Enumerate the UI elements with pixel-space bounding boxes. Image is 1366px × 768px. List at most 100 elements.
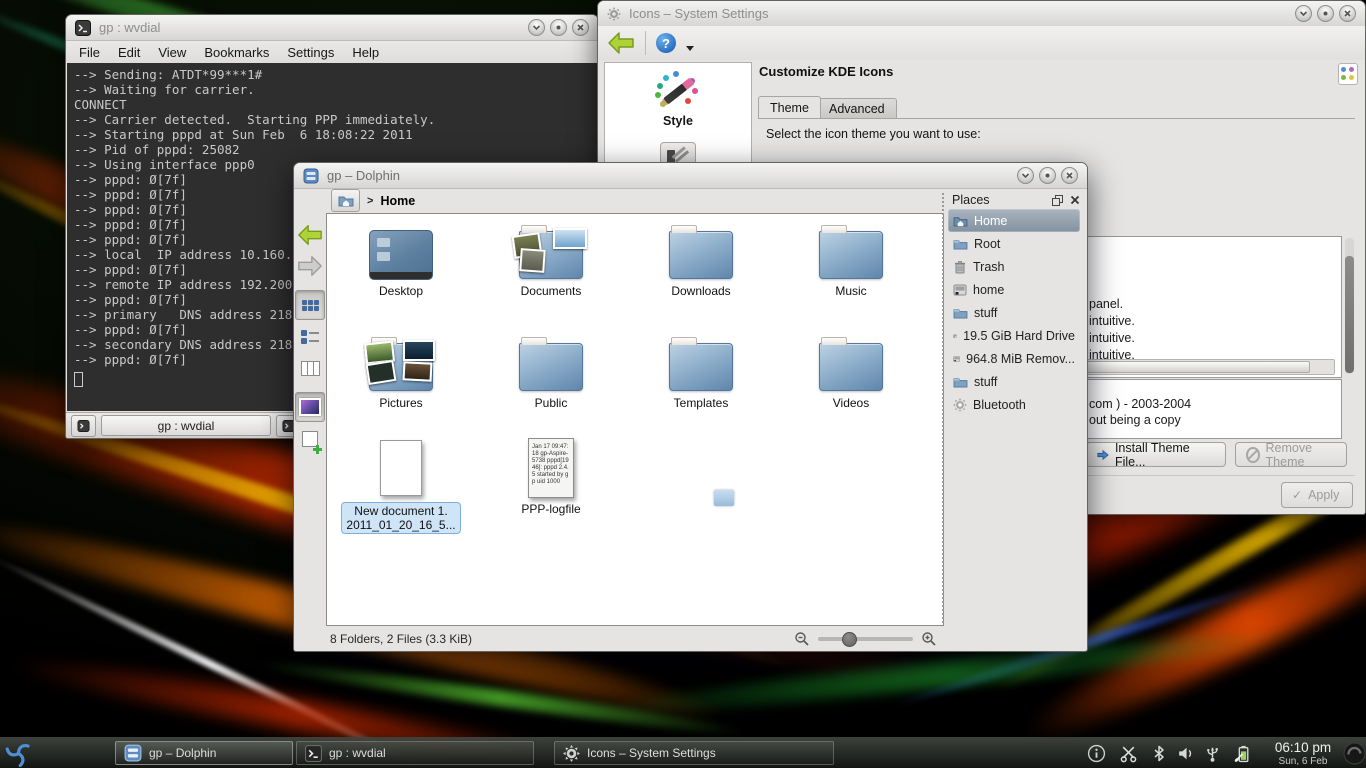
system-settings-titlebar[interactable]: Icons – System Settings — [598, 1, 1365, 27]
menu-view[interactable]: View — [158, 45, 186, 60]
places-panel: Places Home Root Trash home — [948, 191, 1080, 416]
vertical-scrollbar-thumb[interactable] — [1345, 256, 1354, 373]
place-item-hard-drive[interactable]: 19.5 GiB Hard Drive — [948, 324, 1080, 347]
place-item-trash[interactable]: Trash — [948, 255, 1080, 278]
preview-button[interactable] — [295, 392, 325, 422]
menu-bookmarks[interactable]: Bookmarks — [204, 45, 269, 60]
install-theme-button[interactable]: Install Theme File... — [1086, 442, 1226, 467]
folder-item-downloads[interactable]: Downloads — [636, 223, 766, 298]
close-panel-icon[interactable] — [1070, 195, 1080, 205]
volume-icon[interactable] — [1176, 744, 1195, 763]
place-item-home[interactable]: Home — [948, 209, 1080, 232]
file-item-ppp-logfile[interactable]: Jan 17 09:47:18 gp-Aspire-5738 pppd[1946… — [486, 438, 616, 516]
usb-device-icon[interactable] — [1203, 744, 1222, 763]
close-button[interactable] — [1061, 167, 1078, 184]
taskbar-task-system-settings[interactable]: Icons – System Settings — [554, 741, 834, 765]
place-item-stuff-2[interactable]: stuff — [948, 370, 1080, 393]
minimize-button[interactable] — [1017, 167, 1034, 184]
style-icon[interactable] — [655, 71, 701, 111]
breadcrumb-home[interactable]: Home — [380, 194, 415, 208]
zoom-out-icon[interactable] — [794, 631, 810, 647]
columns-view-icon — [301, 361, 320, 376]
details-view-button[interactable] — [296, 323, 324, 351]
forward-button[interactable] — [296, 252, 324, 280]
folder-item-videos[interactable]: Videos — [786, 335, 916, 410]
dolphin-titlebar[interactable]: gp – Dolphin — [294, 163, 1087, 189]
bluetooth-icon[interactable] — [1150, 744, 1168, 763]
icon-theme-select-label: Select the icon theme you want to use: — [766, 127, 981, 141]
folder-label: Pictures — [336, 396, 466, 410]
sidebar-item-style[interactable]: Style — [605, 114, 751, 128]
maximize-button[interactable] — [550, 19, 567, 36]
folder-icon — [519, 343, 583, 391]
plasma-cashew-icon[interactable] — [1342, 741, 1366, 766]
minimize-button[interactable] — [1295, 5, 1312, 22]
place-item-removable[interactable]: 964.8 MiB Remov... — [948, 347, 1080, 370]
folder-item-desktop[interactable]: Desktop — [336, 223, 466, 298]
detach-panel-icon[interactable] — [1052, 195, 1063, 206]
file-manager-icon — [303, 168, 319, 184]
klipper-scissors-icon[interactable] — [1119, 744, 1138, 763]
desktop-folder-icon — [369, 230, 433, 280]
menu-settings[interactable]: Settings — [287, 45, 334, 60]
menu-file[interactable]: File — [79, 45, 100, 60]
overview-icon[interactable] — [1338, 63, 1358, 85]
back-button[interactable] — [296, 221, 324, 249]
tab-advanced[interactable]: Advanced — [817, 98, 897, 118]
file-label: PPP-logfile — [486, 502, 616, 516]
hard-drive-icon — [953, 329, 957, 343]
place-item-root[interactable]: Root — [948, 232, 1080, 255]
menu-edit[interactable]: Edit — [118, 45, 140, 60]
breadcrumb-home-button[interactable] — [331, 189, 360, 212]
help-icon[interactable]: ? — [656, 33, 676, 53]
taskbar-task-dolphin[interactable]: gp – Dolphin — [115, 741, 293, 765]
folder-item-pictures[interactable]: Pictures — [336, 335, 466, 410]
apply-button[interactable]: ✓ Apply — [1281, 482, 1353, 508]
place-item-home-partition[interactable]: home — [948, 278, 1080, 301]
remove-theme-button[interactable]: Remove Theme — [1235, 442, 1347, 467]
icons-view-button[interactable] — [295, 290, 325, 320]
folder-item-documents[interactable]: Documents — [486, 223, 616, 298]
places-panel-title: Places — [952, 193, 990, 207]
taskbar-task-wvdial[interactable]: gp : wvdial — [296, 741, 534, 765]
file-item-new-document[interactable]: New document 1. 2011_01_20_16_5... — [336, 438, 466, 534]
konsole-titlebar[interactable]: gp : wvdial — [66, 15, 598, 41]
system-settings-toolbar: ? — [598, 26, 1365, 60]
checkmark-icon: ✓ — [1292, 488, 1302, 502]
terminal-tab[interactable]: gp : wvdial — [101, 415, 271, 436]
minimize-button[interactable] — [528, 19, 545, 36]
dolphin-side-toolbar — [294, 213, 326, 456]
battery-icon[interactable] — [1233, 744, 1252, 763]
close-button[interactable] — [1339, 5, 1356, 22]
info-icon[interactable] — [1087, 744, 1106, 763]
tab-theme[interactable]: Theme — [758, 96, 821, 118]
page-title: Customize KDE Icons — [759, 64, 893, 79]
window-title: Icons – System Settings — [629, 6, 768, 21]
folder-item-public[interactable]: Public — [486, 335, 616, 410]
documents-folder-icon — [519, 231, 583, 279]
folder-icon — [953, 376, 968, 388]
taskbar-clock[interactable]: 06:10 pm Sun, 6 Feb — [1262, 740, 1344, 767]
window-title: gp – Dolphin — [327, 168, 400, 183]
place-item-bluetooth[interactable]: Bluetooth — [948, 393, 1080, 416]
zoom-in-icon[interactable] — [921, 631, 937, 647]
launcher-icon[interactable] — [5, 740, 32, 767]
maximize-button[interactable] — [1317, 5, 1334, 22]
split-view-button[interactable] — [296, 425, 324, 453]
icons-view-icon — [302, 300, 319, 311]
folder-item-templates[interactable]: Templates — [636, 335, 766, 410]
panel-resize-grip[interactable] — [942, 193, 944, 623]
theme-list-text-fragment: intuitive. — [1089, 331, 1135, 345]
gear-icon — [953, 398, 967, 412]
close-button[interactable] — [572, 19, 589, 36]
new-tab-button[interactable] — [71, 415, 96, 437]
back-arrow-icon[interactable] — [607, 31, 635, 55]
zoom-slider[interactable] — [818, 637, 913, 641]
columns-view-button[interactable] — [296, 354, 324, 382]
menu-help[interactable]: Help — [352, 45, 379, 60]
folder-item-music[interactable]: Music — [786, 223, 916, 298]
maximize-button[interactable] — [1039, 167, 1056, 184]
place-item-stuff[interactable]: stuff — [948, 301, 1080, 324]
chevron-down-icon[interactable] — [686, 46, 694, 51]
zoom-slider-handle[interactable] — [842, 632, 857, 647]
